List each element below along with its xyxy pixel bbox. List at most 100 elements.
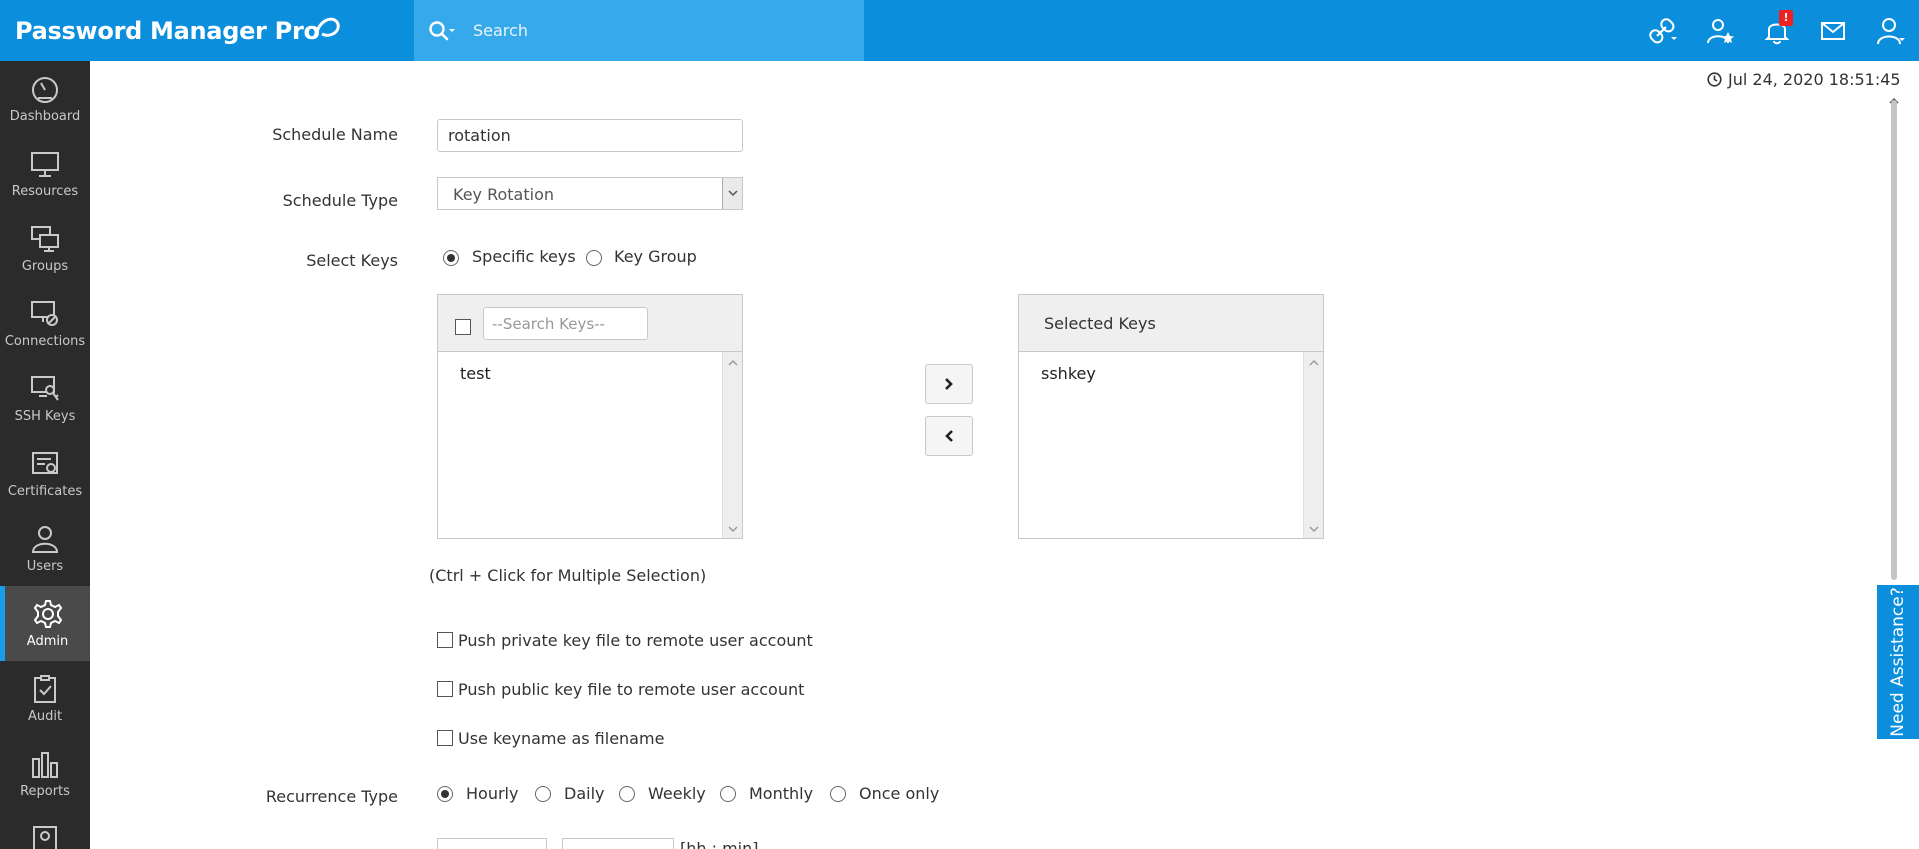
sidebar-item-label: Audit — [27, 709, 63, 724]
monitor-icon — [25, 148, 65, 180]
sidebar-item-label: Dashboard — [9, 109, 81, 124]
sidebar-item-audit[interactable]: Audit — [0, 661, 90, 736]
add-selected-button[interactable] — [925, 364, 973, 404]
recurrence-type-label: Recurrence Type — [265, 787, 398, 806]
user-profile-icon[interactable] — [1876, 16, 1906, 46]
need-assistance-tab[interactable]: Need Assistance? — [1877, 585, 1919, 739]
chevron-right-icon — [945, 378, 953, 390]
page-scrollbar[interactable] — [1891, 100, 1897, 580]
available-keys-panel: test — [437, 294, 743, 539]
radio-specific-keys[interactable] — [443, 250, 459, 266]
dashboard-icon — [25, 73, 65, 105]
notification-badge: ! — [1779, 10, 1793, 26]
search-keys-input[interactable] — [483, 307, 648, 340]
sidebar-item-label: Groups — [21, 259, 69, 274]
certificate-icon — [25, 448, 65, 480]
schedule-name-input[interactable] — [437, 119, 743, 152]
chevron-left-icon — [945, 430, 953, 442]
selected-keys-header: Selected Keys — [1019, 295, 1323, 352]
sidebar-item-label: Reports — [20, 784, 70, 799]
datetime-text: Jul 24, 2020 18:51:45 — [1728, 70, 1901, 89]
sidebar-item-label: Connections — [4, 334, 86, 349]
ssh-key-icon — [25, 373, 65, 405]
sidebar-item-more[interactable] — [0, 811, 90, 849]
sidebar: Dashboard Resources Groups Connections S… — [0, 61, 90, 849]
bar-chart-icon — [25, 748, 65, 780]
radio-key-group-label: Key Group — [614, 247, 697, 266]
top-bar: Password Manager Pro Search ! — [0, 0, 1919, 61]
selected-keys-panel: Selected Keys sshkey — [1018, 294, 1324, 539]
scroll-up-icon[interactable] — [1309, 358, 1319, 368]
document-user-icon — [25, 823, 65, 849]
push-public-key-checkbox[interactable] — [437, 681, 453, 697]
multi-select-hint: (Ctrl + Click for Multiple Selection) — [429, 566, 707, 585]
sidebar-item-label: Resources — [11, 184, 79, 199]
start-hour-input[interactable] — [437, 838, 547, 849]
scroll-down-icon[interactable] — [728, 524, 738, 534]
scroll-up-icon[interactable] — [728, 358, 738, 368]
radio-specific-keys-label: Specific keys — [472, 247, 576, 266]
brand-swoosh-icon — [314, 17, 340, 37]
radio-daily[interactable] — [535, 786, 551, 802]
selected-keys-scrollbar[interactable] — [1303, 352, 1323, 538]
sidebar-item-connections[interactable]: Connections — [0, 286, 90, 361]
sidebar-item-ssh-keys[interactable]: SSH Keys — [0, 361, 90, 436]
radio-hourly-label: Hourly — [466, 784, 519, 803]
search-input[interactable] — [473, 15, 853, 45]
radio-once-only[interactable] — [830, 786, 846, 802]
groups-icon — [25, 223, 65, 255]
radio-weekly-label: Weekly — [648, 784, 706, 803]
use-keyname-checkbox[interactable] — [437, 730, 453, 746]
list-item[interactable]: sshkey — [1041, 364, 1096, 383]
radio-key-group[interactable] — [586, 250, 602, 266]
sidebar-item-dashboard[interactable]: Dashboard — [0, 61, 90, 136]
sidebar-item-reports[interactable]: Reports — [0, 736, 90, 811]
radio-monthly-label: Monthly — [749, 784, 814, 803]
use-keyname-label: Use keyname as filename — [458, 729, 665, 748]
favorite-user-icon[interactable] — [1706, 16, 1736, 46]
search-icon[interactable] — [428, 20, 458, 42]
sidebar-item-users[interactable]: Users — [0, 511, 90, 586]
schedule-type-value: Key Rotation — [453, 185, 555, 204]
start-minute-input[interactable] — [562, 838, 674, 849]
push-private-key-checkbox[interactable] — [437, 632, 453, 648]
scroll-down-icon[interactable] — [1309, 524, 1319, 534]
radio-daily-label: Daily — [564, 784, 605, 803]
start-time-format-hint: [hh : min] — [680, 839, 759, 849]
sidebar-item-admin[interactable]: Admin — [0, 586, 90, 661]
radio-hourly[interactable] — [437, 786, 453, 802]
select-all-checkbox[interactable] — [455, 319, 471, 335]
global-search — [414, 0, 864, 61]
list-item[interactable]: test — [460, 364, 491, 383]
clipboard-check-icon — [25, 673, 65, 705]
schedule-type-label: Schedule Type — [282, 191, 398, 210]
schedule-type-select[interactable]: Key Rotation — [437, 177, 743, 210]
sidebar-item-label: Certificates — [7, 484, 83, 499]
sidebar-item-label: SSH Keys — [14, 409, 76, 424]
available-keys-scrollbar[interactable] — [722, 352, 742, 538]
schedule-name-label: Schedule Name — [272, 125, 398, 144]
server-datetime: Jul 24, 2020 18:51:45 — [1707, 70, 1901, 89]
brand-logo[interactable]: Password Manager Pro — [15, 16, 340, 46]
sidebar-item-label: Users — [26, 559, 64, 574]
link-icon[interactable] — [1648, 16, 1678, 46]
gear-icon — [28, 598, 68, 630]
connections-icon — [25, 298, 65, 330]
push-public-key-label: Push public key file to remote user acco… — [458, 680, 805, 699]
radio-weekly[interactable] — [619, 786, 635, 802]
selected-keys-title: Selected Keys — [1044, 314, 1156, 333]
sidebar-item-resources[interactable]: Resources — [0, 136, 90, 211]
radio-once-only-label: Once only — [859, 784, 940, 803]
chevron-down-icon[interactable] — [722, 178, 742, 209]
sidebar-item-label: Admin — [26, 634, 69, 649]
brand-name: Password Manager Pro — [15, 17, 320, 45]
sidebar-item-certificates[interactable]: Certificates — [0, 436, 90, 511]
available-keys-header — [438, 295, 742, 352]
mail-icon[interactable] — [1818, 16, 1848, 46]
remove-selected-button[interactable] — [925, 416, 973, 456]
clock-icon — [1707, 72, 1722, 87]
push-private-key-label: Push private key file to remote user acc… — [458, 631, 813, 650]
radio-monthly[interactable] — [720, 786, 736, 802]
sidebar-item-groups[interactable]: Groups — [0, 211, 90, 286]
select-keys-label: Select Keys — [306, 251, 398, 270]
